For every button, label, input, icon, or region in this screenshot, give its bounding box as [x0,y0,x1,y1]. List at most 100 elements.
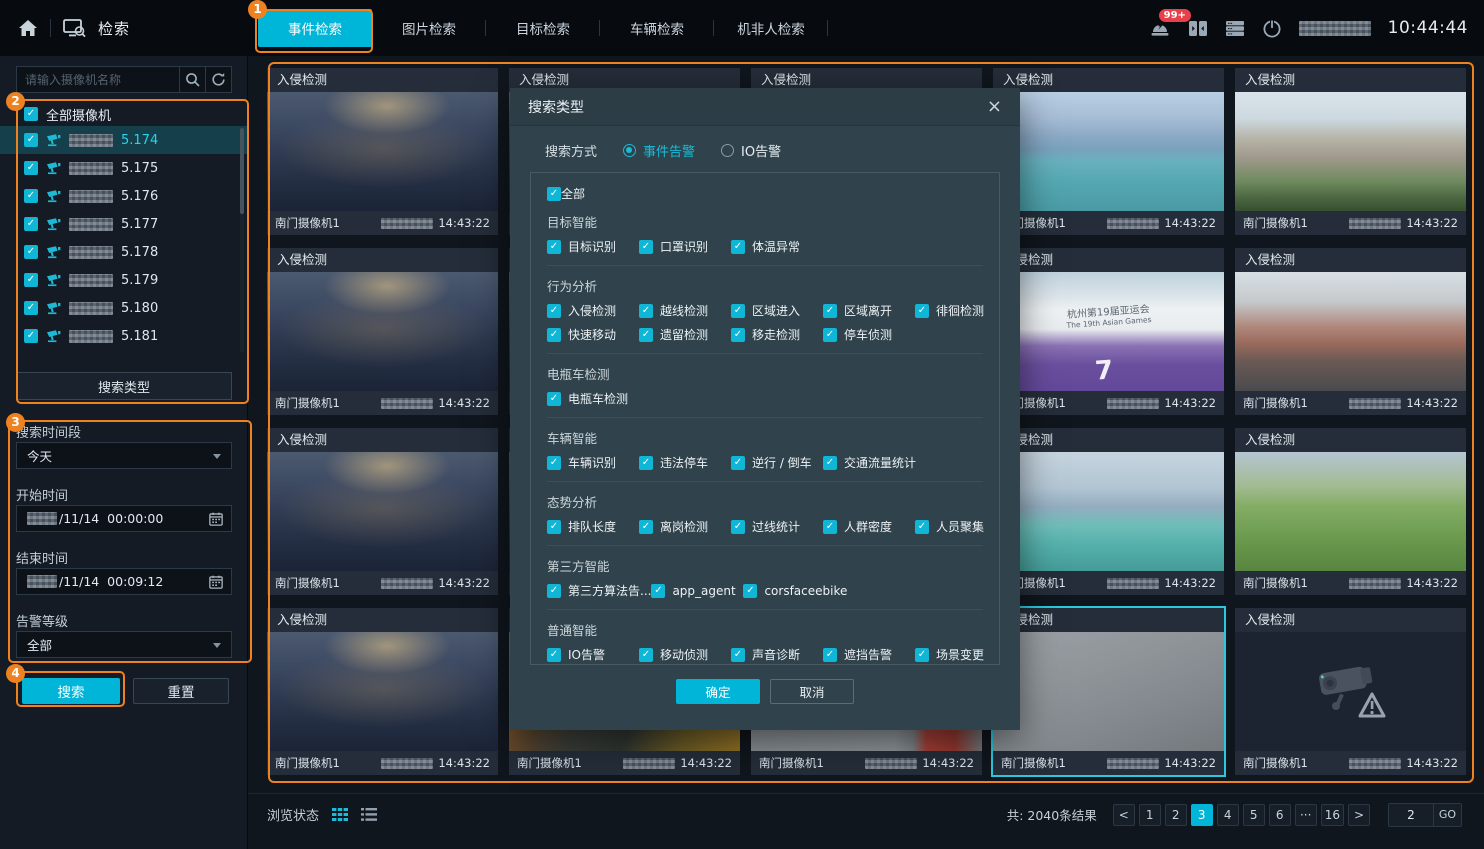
camera-list-item[interactable]: ✓5.180 [0,294,248,322]
select-all-cameras[interactable]: ✓ 全部摄像机 [0,102,248,126]
checkbox-checked-icon[interactable]: ✓ [731,456,745,470]
camera-list-item[interactable]: ✓5.177 [0,210,248,238]
checkbox-checked-icon[interactable]: ✓ [24,133,38,147]
checkbox-checked-icon[interactable]: ✓ [547,584,561,598]
tab-1[interactable]: 事件检索 [258,9,372,47]
checkbox-option[interactable]: ✓目标识别 [547,238,639,255]
checkbox-checked-icon[interactable]: ✓ [731,240,745,254]
search-button[interactable]: 搜索 [22,678,120,704]
server-stack-icon[interactable] [1225,20,1245,37]
checkbox-option[interactable]: ✓逆行 / 倒车 [731,454,823,471]
split-panels-icon[interactable] [1188,20,1208,37]
reset-button[interactable]: 重置 [133,678,229,704]
checkbox-checked-icon[interactable]: ✓ [547,328,561,342]
camera-list-item[interactable]: ✓5.174 [0,126,248,154]
checkbox-option[interactable]: ✓越线检测 [639,302,731,319]
checkbox-checked-icon[interactable]: ✓ [547,392,561,406]
camera-list-item[interactable]: ✓5.176 [0,182,248,210]
close-icon[interactable]: × [987,98,1002,116]
checkbox-option[interactable]: ✓体温异常 [731,238,800,255]
search-type-button[interactable]: 搜索类型 [16,372,232,400]
checkbox-checked-icon[interactable]: ✓ [823,456,837,470]
checkbox-option[interactable]: ✓违法停车 [639,454,731,471]
power-icon[interactable] [1262,18,1282,38]
checkbox-option[interactable]: ✓场景变更 [915,646,984,663]
calendar-icon[interactable] [209,575,223,592]
tab-4[interactable]: 车辆检索 [600,0,714,56]
event-card[interactable]: 入侵检测南门摄像机114:43:22 [1235,248,1466,415]
checkbox-option[interactable]: ✓入侵检测 [547,302,639,319]
checkbox-option[interactable]: ✓corsfaceebike [743,584,847,598]
event-card[interactable]: 入侵检测南门摄像机114:43:22 [993,68,1224,235]
checkbox-checked-icon[interactable]: ✓ [823,648,837,662]
event-card[interactable]: 入侵检测南门摄像机114:43:22 [267,608,498,775]
checkbox-option[interactable]: ✓第三方算法告... [547,582,651,599]
page-button-16[interactable]: 16 [1321,804,1344,826]
checkbox-option[interactable]: ✓交通流量统计 [823,454,916,471]
event-card[interactable]: 入侵检测杭州第19届亚运会The 19th Asian Games7南门摄像机1… [993,248,1224,415]
checkbox-checked-icon[interactable]: ✓ [651,584,665,598]
page-button-···[interactable]: ··· [1295,804,1317,826]
radio-option[interactable]: 事件告警 [623,141,695,160]
tab-2[interactable]: 图片检索 [372,0,486,56]
checkbox-option[interactable]: ✓口罩识别 [639,238,731,255]
grid-view-icon[interactable] [332,808,348,821]
checkbox-option[interactable]: ✓快速移动 [547,326,639,343]
camera-list-scrollbar[interactable] [240,128,244,352]
page-button-1[interactable]: 1 [1139,804,1161,826]
camera-list-item[interactable]: ✓5.175 [0,154,248,182]
checkbox-checked-icon[interactable]: ✓ [547,520,561,534]
checkbox-checked-icon[interactable]: ✓ [823,520,837,534]
alarm-level-select[interactable]: 全部 [16,631,232,658]
camera-list-item[interactable]: ✓5.179 [0,266,248,294]
start-time-input[interactable]: /11/14 00:00:00 [16,505,232,532]
checkbox-checked-icon[interactable]: ✓ [24,245,38,259]
page-button-3[interactable]: 3 [1191,804,1213,826]
time-range-select[interactable]: 今天 [16,442,232,469]
checkbox-option[interactable]: ✓车辆识别 [547,454,639,471]
event-card[interactable]: 入侵检测南门摄像机114:43:22 [1235,68,1466,235]
checkbox-checked-icon[interactable]: ✓ [24,217,38,231]
checkbox-option[interactable]: ✓徘徊检测 [915,302,984,319]
checkbox-checked-icon[interactable]: ✓ [547,456,561,470]
select-all-types[interactable]: ✓全部 [547,185,983,202]
cancel-button[interactable]: 取消 [770,679,854,704]
checkbox-checked-icon[interactable]: ✓ [24,273,38,287]
checkbox-checked-icon[interactable]: ✓ [731,328,745,342]
checkbox-option[interactable]: ✓排队长度 [547,518,639,535]
checkbox-checked-icon[interactable]: ✓ [915,648,929,662]
page-next-button[interactable]: > [1348,804,1370,826]
checkbox-checked-icon[interactable]: ✓ [24,107,38,121]
checkbox-checked-icon[interactable]: ✓ [639,240,653,254]
checkbox-option[interactable]: ✓人群密度 [823,518,915,535]
checkbox-option[interactable]: ✓停车侦测 [823,326,892,343]
checkbox-option[interactable]: ✓过线统计 [731,518,823,535]
checkbox-checked-icon[interactable]: ✓ [731,520,745,534]
checkbox-checked-icon[interactable]: ✓ [24,161,38,175]
event-card[interactable]: 入侵检测南门摄像机114:43:22 [993,428,1224,595]
checkbox-option[interactable]: ✓遗留检测 [639,326,731,343]
checkbox-checked-icon[interactable]: ✓ [731,304,745,318]
event-card[interactable]: 入侵检测南门摄像机114:43:22 [267,428,498,595]
alarm-bell-icon[interactable]: 99+ [1149,18,1171,38]
checkbox-checked-icon[interactable]: ✓ [24,301,38,315]
checkbox-checked-icon[interactable]: ✓ [24,329,38,343]
checkbox-checked-icon[interactable]: ✓ [639,648,653,662]
checkbox-option[interactable]: ✓离岗检测 [639,518,731,535]
checkbox-checked-icon[interactable]: ✓ [731,648,745,662]
page-button-5[interactable]: 5 [1243,804,1265,826]
checkbox-option[interactable]: ✓移走检测 [731,326,823,343]
event-card[interactable]: 入侵检测南门摄像机114:43:22 [267,68,498,235]
checkbox-checked-icon[interactable]: ✓ [547,648,561,662]
checkbox-checked-icon[interactable]: ✓ [547,240,561,254]
event-card[interactable]: 入侵检测南门摄像机114:43:22 [267,248,498,415]
checkbox-checked-icon[interactable]: ✓ [915,520,929,534]
radio-option[interactable]: IO告警 [721,141,781,160]
checkbox-option[interactable]: ✓遮挡告警 [823,646,915,663]
camera-list-item[interactable]: ✓5.181 [0,322,248,350]
page-jump-input[interactable] [1389,804,1433,826]
checkbox-checked-icon[interactable]: ✓ [639,456,653,470]
go-button[interactable]: GO [1433,804,1461,826]
checkbox-checked-icon[interactable]: ✓ [823,304,837,318]
checkbox-checked-icon[interactable]: ✓ [823,328,837,342]
